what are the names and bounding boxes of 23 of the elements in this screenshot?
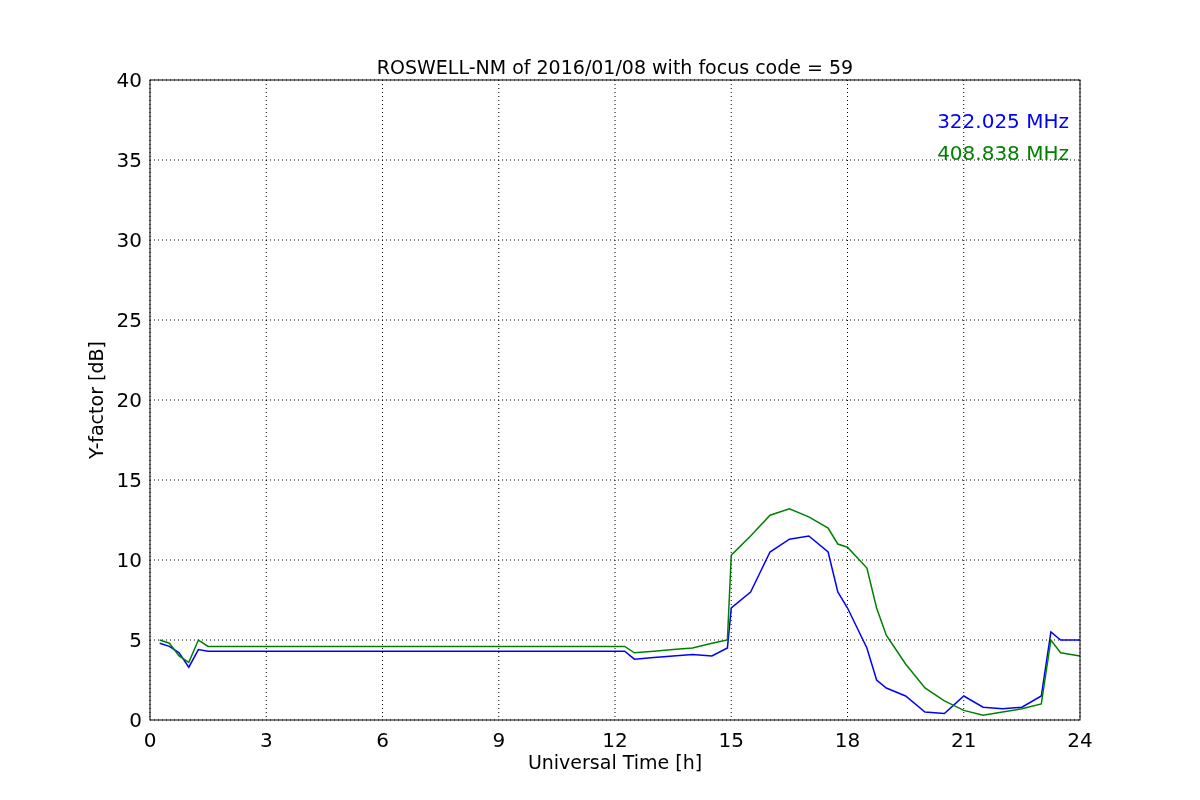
legend-label: 408.838 MHz (937, 141, 1069, 165)
tick-label: 15 (116, 468, 142, 492)
tick-label: 35 (116, 148, 142, 172)
tick-label: 0 (143, 728, 157, 752)
tick-label: 10 (116, 548, 142, 572)
tick-label: 9 (492, 728, 506, 752)
tick-label: 5 (129, 628, 142, 652)
tick-label: 18 (834, 728, 861, 752)
tick-label: 3 (259, 728, 273, 752)
tick-label: 6 (376, 728, 389, 752)
tick-label: 40 (116, 68, 142, 92)
tick-label: 21 (951, 728, 977, 752)
tick-label: 25 (116, 308, 142, 332)
legend-label: 322.025 MHz (937, 109, 1069, 133)
axis-title: Y-factor [dB] (85, 341, 107, 459)
tick-label: 30 (116, 228, 142, 252)
tick-label: 24 (1067, 728, 1093, 752)
axis-title: Universal Time [h] (527, 751, 703, 773)
tick-label: 12 (602, 728, 628, 752)
tick-label: 15 (718, 728, 744, 752)
chart-title: ROSWELL-NM of 2016/01/08 with focus code = 59 (376, 56, 854, 78)
tick-label: 0 (129, 708, 142, 732)
tick-label: 20 (116, 388, 142, 412)
